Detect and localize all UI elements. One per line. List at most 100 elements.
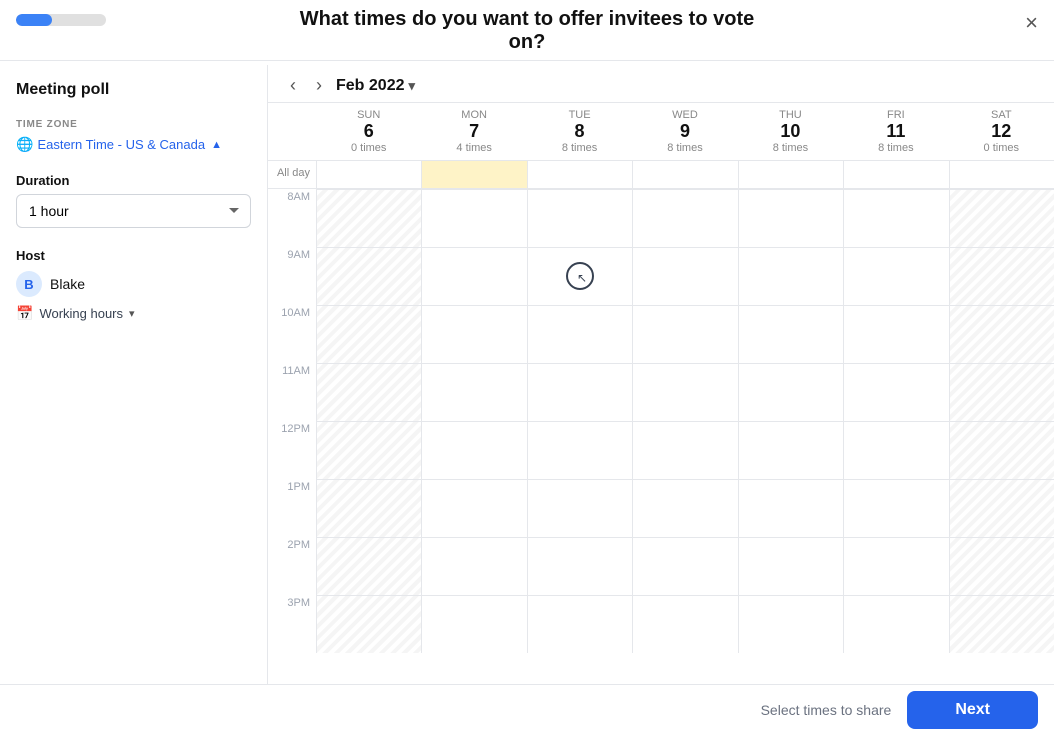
grid-cell-r3-c0[interactable]: [316, 363, 421, 421]
grid-cell-r1-c3[interactable]: [632, 247, 737, 305]
grid-cell-r2-c6[interactable]: [949, 305, 1054, 363]
close-button[interactable]: ×: [1025, 10, 1038, 36]
grid-cell-r7-c5[interactable]: [843, 595, 948, 653]
grid-cell-r7-c0[interactable]: [316, 595, 421, 653]
working-hours-label: Working hours: [39, 306, 123, 321]
timezone-value: Eastern Time - US & Canada: [37, 137, 205, 152]
grid-cell-r4-c2[interactable]: [527, 421, 632, 479]
allday-cell-1[interactable]: [421, 161, 526, 188]
time-label-12PM: 12PM: [268, 421, 316, 479]
day-header-mon: MON 7 4 times: [421, 103, 526, 160]
grid-cell-r5-c5[interactable]: [843, 479, 948, 537]
grid-cell-r2-c0[interactable]: [316, 305, 421, 363]
grid-cell-r7-c3[interactable]: [632, 595, 737, 653]
select-times-text: Select times to share: [761, 702, 892, 718]
grid-cell-r2-c2[interactable]: [527, 305, 632, 363]
grid-cell-r1-c2[interactable]: ↖: [527, 247, 632, 305]
grid-cell-r3-c3[interactable]: [632, 363, 737, 421]
grid-cell-r5-c3[interactable]: [632, 479, 737, 537]
grid-cell-r5-c0[interactable]: [316, 479, 421, 537]
grid-cell-r3-c2[interactable]: [527, 363, 632, 421]
grid-cell-r6-c3[interactable]: [632, 537, 737, 595]
grid-cell-r1-c5[interactable]: [843, 247, 948, 305]
allday-cell-0[interactable]: [316, 161, 421, 188]
day-name: MON: [421, 109, 526, 121]
working-hours-row[interactable]: 📅 Working hours ▾: [16, 305, 251, 322]
grid-cell-r3-c5[interactable]: [843, 363, 948, 421]
grid-cell-r0-c3[interactable]: [632, 189, 737, 247]
grid-cell-r5-c1[interactable]: [421, 479, 526, 537]
grid-cell-r1-c6[interactable]: [949, 247, 1054, 305]
allday-cell-6[interactable]: [949, 161, 1054, 188]
time-label-11AM: 11AM: [268, 363, 316, 421]
grid-cell-r4-c4[interactable]: [738, 421, 843, 479]
grid-cell-r2-c4[interactable]: [738, 305, 843, 363]
grid-cell-r0-c5[interactable]: [843, 189, 948, 247]
day-name: TUE: [527, 109, 632, 121]
allday-label: All day: [268, 161, 316, 188]
grid-cell-r3-c6[interactable]: [949, 363, 1054, 421]
duration-section: Duration 1 hour: [16, 173, 251, 228]
time-label-1PM: 1PM: [268, 479, 316, 537]
time-grid[interactable]: 8AM9AM↖10AM11AM12PM1PM2PM3PM: [268, 189, 1054, 684]
day-header-thu: THU 10 8 times: [738, 103, 843, 160]
grid-cell-r2-c5[interactable]: [843, 305, 948, 363]
day-num: 10: [738, 121, 843, 142]
grid-cell-r6-c4[interactable]: [738, 537, 843, 595]
grid-cell-r4-c5[interactable]: [843, 421, 948, 479]
grid-cell-r2-c1[interactable]: [421, 305, 526, 363]
grid-cell-r0-c0[interactable]: [316, 189, 421, 247]
grid-cell-r4-c0[interactable]: [316, 421, 421, 479]
grid-cell-r6-c1[interactable]: [421, 537, 526, 595]
grid-cell-r7-c1[interactable]: [421, 595, 526, 653]
grid-cell-r1-c4[interactable]: [738, 247, 843, 305]
grid-cell-r4-c1[interactable]: [421, 421, 526, 479]
allday-cell-4[interactable]: [738, 161, 843, 188]
grid-cell-r1-c0[interactable]: [316, 247, 421, 305]
day-header-sat: SAT 12 0 times: [949, 103, 1054, 160]
host-section: Host B Blake 📅 Working hours ▾: [16, 248, 251, 322]
grid-cell-r0-c6[interactable]: [949, 189, 1054, 247]
grid-cell-r0-c4[interactable]: [738, 189, 843, 247]
grid-cell-r2-c3[interactable]: [632, 305, 737, 363]
day-header-fri: FRI 11 8 times: [843, 103, 948, 160]
grid-cell-r4-c6[interactable]: [949, 421, 1054, 479]
allday-cell-5[interactable]: [843, 161, 948, 188]
grid-cell-r1-c1[interactable]: [421, 247, 526, 305]
grid-cell-r7-c2[interactable]: [527, 595, 632, 653]
timezone-selector[interactable]: 🌐 Eastern Time - US & Canada ▲: [16, 136, 251, 153]
grid-cell-r5-c2[interactable]: [527, 479, 632, 537]
grid-cell-r3-c1[interactable]: [421, 363, 526, 421]
grid-cell-r6-c5[interactable]: [843, 537, 948, 595]
grid-cell-r0-c1[interactable]: [421, 189, 526, 247]
grid-cell-r0-c2[interactable]: [527, 189, 632, 247]
grid-cell-r5-c4[interactable]: [738, 479, 843, 537]
grid-cell-r4-c3[interactable]: [632, 421, 737, 479]
header-divider: [0, 60, 1054, 61]
time-label-2PM: 2PM: [268, 537, 316, 595]
duration-label: Duration: [16, 173, 251, 188]
time-col-header: [268, 103, 316, 160]
day-name: WED: [632, 109, 737, 121]
prev-month-button[interactable]: ‹: [284, 73, 302, 98]
calendar-icon: 📅: [16, 305, 33, 322]
globe-icon: 🌐: [16, 136, 33, 153]
grid-cell-r6-c6[interactable]: [949, 537, 1054, 595]
day-times-count: 4 times: [421, 142, 526, 154]
grid-cell-r6-c0[interactable]: [316, 537, 421, 595]
grid-cell-r6-c2[interactable]: [527, 537, 632, 595]
day-header-wed: WED 9 8 times: [632, 103, 737, 160]
duration-select[interactable]: 1 hour: [16, 194, 251, 228]
allday-cell-3[interactable]: [632, 161, 737, 188]
modal-title: What times do you want to offer invitees…: [0, 0, 1054, 54]
grid-cell-r7-c6[interactable]: [949, 595, 1054, 653]
grid-cell-r3-c4[interactable]: [738, 363, 843, 421]
grid-cell-r5-c6[interactable]: [949, 479, 1054, 537]
days-header: SUN 6 0 times MON 7 4 times TUE 8 8 time…: [268, 103, 1054, 161]
next-button[interactable]: Next: [907, 691, 1038, 729]
month-selector[interactable]: Feb 2022 ▾: [336, 77, 415, 95]
allday-cell-2[interactable]: [527, 161, 632, 188]
next-month-button[interactable]: ›: [310, 73, 328, 98]
grid-cell-r7-c4[interactable]: [738, 595, 843, 653]
time-label-10AM: 10AM: [268, 305, 316, 363]
